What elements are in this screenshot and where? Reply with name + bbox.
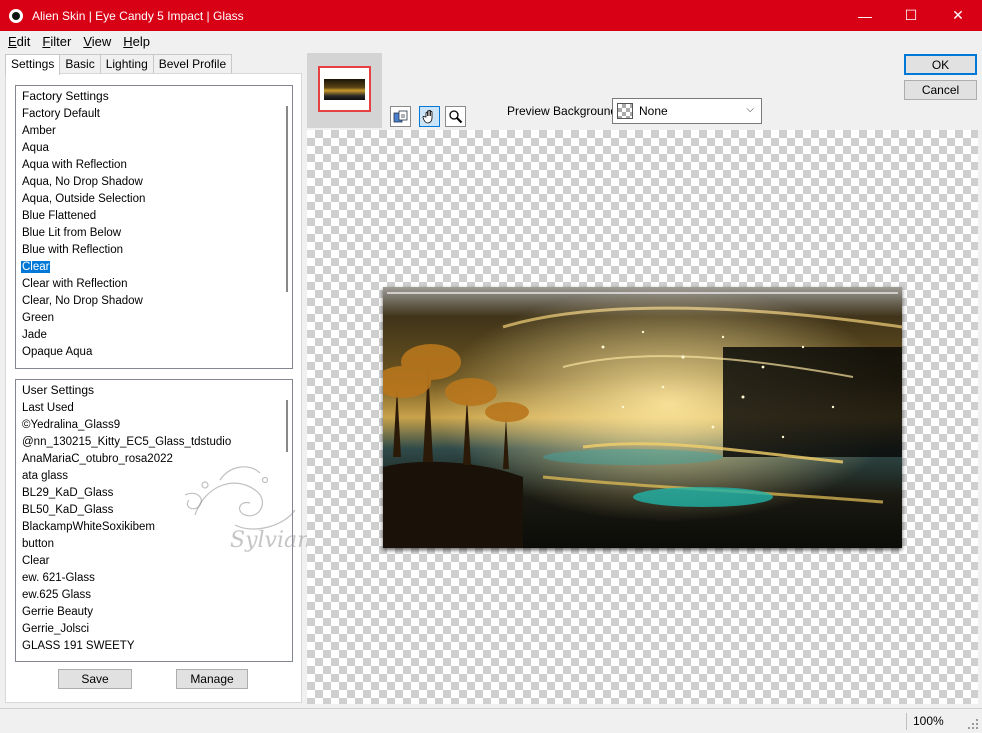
list-item-label: Aqua, Outside Selection: [22, 193, 146, 205]
list-item[interactable]: GLASS 191 SWEETY: [16, 638, 292, 655]
settings-panel: Factory Settings Factory Default Amber Aqu…: [5, 73, 302, 703]
compare-icon[interactable]: [390, 106, 411, 127]
zoom-level: 100%: [906, 713, 960, 730]
list-item[interactable]: Aqua, Outside Selection: [16, 191, 292, 208]
save-button[interactable]: Save: [58, 669, 132, 689]
list-item[interactable]: Gerrie Beauty: [16, 604, 292, 621]
list-item-label: Clear with Reflection: [22, 278, 128, 290]
list-item-label: Factory Default: [22, 108, 100, 120]
minimize-button[interactable]: —: [842, 0, 888, 31]
navigator-thumbnail-panel: [307, 53, 382, 128]
factory-scrollbar[interactable]: [284, 106, 290, 366]
list-item-label: Amber: [22, 125, 56, 137]
list-item-label: Last Used: [22, 402, 74, 414]
list-item-label: Blue with Reflection: [22, 244, 123, 256]
list-item-label: ©Yedralina_Glass9: [22, 419, 121, 431]
list-item-label: Blue Flattened: [22, 210, 97, 222]
close-button[interactable]: ✕: [935, 0, 981, 31]
user-scrollbar-thumb[interactable]: [286, 400, 288, 452]
transparency-swatch-icon: [617, 103, 633, 119]
list-item[interactable]: Jade: [16, 327, 292, 344]
flourish-icon: Sylviane: [184, 466, 324, 553]
settings-tabs: Settings Basic Lighting Bevel Profile: [5, 54, 233, 75]
cancel-button[interactable]: Cancel: [904, 80, 977, 100]
list-item[interactable]: Last Used: [16, 400, 292, 417]
list-item-label: BL50_KaD_Glass: [22, 504, 114, 516]
user-settings-header: User Settings: [22, 383, 95, 397]
list-item[interactable]: Clear with Reflection: [16, 276, 292, 293]
list-item[interactable]: Blue Lit from Below: [16, 225, 292, 242]
list-item-label: ata glass: [22, 470, 69, 482]
signature-watermark: Sylviane: [175, 455, 325, 565]
list-item-label: Clear: [22, 555, 50, 567]
list-item[interactable]: ew. 621-Glass: [16, 570, 292, 587]
list-item-label: Opaque Aqua: [22, 346, 93, 358]
list-item-label: GLASS 191 SWEETY: [22, 640, 135, 652]
ok-button[interactable]: OK: [904, 54, 977, 75]
hand-icon[interactable]: [419, 106, 440, 127]
zoom-icon[interactable]: [445, 106, 466, 127]
list-item[interactable]: Aqua with Reflection: [16, 157, 292, 174]
tab-basic[interactable]: Basic: [59, 54, 101, 74]
list-item-label: BL29_KaD_Glass: [22, 487, 114, 499]
tab-lighting[interactable]: Lighting: [99, 54, 154, 74]
list-item-label: Aqua with Reflection: [22, 159, 127, 171]
preview-image: [383, 287, 902, 548]
list-item-label: Clear: [21, 261, 51, 273]
tab-bevel-profile[interactable]: Bevel Profile: [152, 54, 233, 74]
list-item-label: Aqua: [22, 142, 49, 154]
list-item-label: Gerrie_Jolsci: [22, 623, 90, 635]
list-item-label: Gerrie Beauty: [22, 606, 93, 618]
chevron-down-icon: ⌵: [746, 104, 754, 115]
list-item-label: ew. 621-Glass: [22, 572, 95, 584]
list-item-label: BlackampWhiteSoxikibem: [22, 521, 155, 533]
list-item[interactable]: Opaque Aqua: [16, 344, 292, 361]
list-item[interactable]: Blue with Reflection: [16, 242, 292, 259]
list-item[interactable]: Amber: [16, 123, 292, 140]
factory-settings-list[interactable]: Factory Settings Factory Default Amber Aqu…: [15, 85, 293, 369]
maximize-button[interactable]: ☐: [888, 0, 934, 31]
list-item-label: Aqua, No Drop Shadow: [22, 176, 143, 188]
list-item[interactable]: Clear: [16, 259, 292, 276]
list-item[interactable]: Aqua: [16, 140, 292, 157]
window-title: Alien Skin | Eye Candy 5 Impact | Glass: [32, 8, 244, 23]
menu-help[interactable]: Help: [123, 34, 150, 49]
status-bar: 100%: [0, 708, 982, 733]
list-item-label: Clear, No Drop Shadow: [22, 295, 143, 307]
navigator-thumbnail-image: [324, 78, 365, 100]
list-item-label: Blue Lit from Below: [22, 227, 122, 239]
tab-settings[interactable]: Settings: [5, 54, 61, 75]
app-logo-icon: [9, 8, 23, 23]
list-item[interactable]: Factory Default: [16, 106, 292, 123]
list-item[interactable]: @nn_130215_Kitty_EC5_Glass_tdstudio: [16, 434, 292, 451]
preview-canvas[interactable]: [307, 130, 978, 704]
list-item-label: @nn_130215_Kitty_EC5_Glass_tdstudio: [22, 436, 232, 448]
preview-background-select[interactable]: None ⌵: [612, 98, 762, 124]
menu-view[interactable]: View: [83, 34, 111, 49]
factory-scrollbar-thumb[interactable]: [286, 106, 288, 292]
menu-bar: Edit Filter View Help: [0, 31, 982, 51]
manage-button[interactable]: Manage: [176, 669, 248, 689]
list-item[interactable]: Gerrie_Jolsci: [16, 621, 292, 638]
preview-background-label: Preview Background:: [507, 104, 621, 118]
list-item[interactable]: Clear, No Drop Shadow: [16, 293, 292, 310]
list-item-label: Jade: [22, 329, 47, 341]
resize-grip-icon[interactable]: [967, 718, 979, 730]
list-item[interactable]: Blue Flattened: [16, 208, 292, 225]
list-item-label: AnaMariaC_otubro_rosa2022: [22, 453, 173, 465]
list-item-label: Green: [22, 312, 54, 324]
title-bar: Alien Skin | Eye Candy 5 Impact | Glass …: [0, 0, 982, 31]
list-item[interactable]: Green: [16, 310, 292, 327]
menu-filter[interactable]: Filter: [42, 34, 71, 49]
list-item[interactable]: Aqua, No Drop Shadow: [16, 174, 292, 191]
preview-background-value: None: [639, 104, 668, 118]
list-item[interactable]: ©Yedralina_Glass9: [16, 417, 292, 434]
factory-settings-header: Factory Settings: [22, 89, 109, 103]
navigator-viewport[interactable]: [318, 66, 371, 112]
list-item-label: button: [22, 538, 54, 550]
menu-edit[interactable]: Edit: [8, 34, 30, 49]
list-item-label: ew.625 Glass: [22, 589, 92, 601]
list-item[interactable]: ew.625 Glass: [16, 587, 292, 604]
